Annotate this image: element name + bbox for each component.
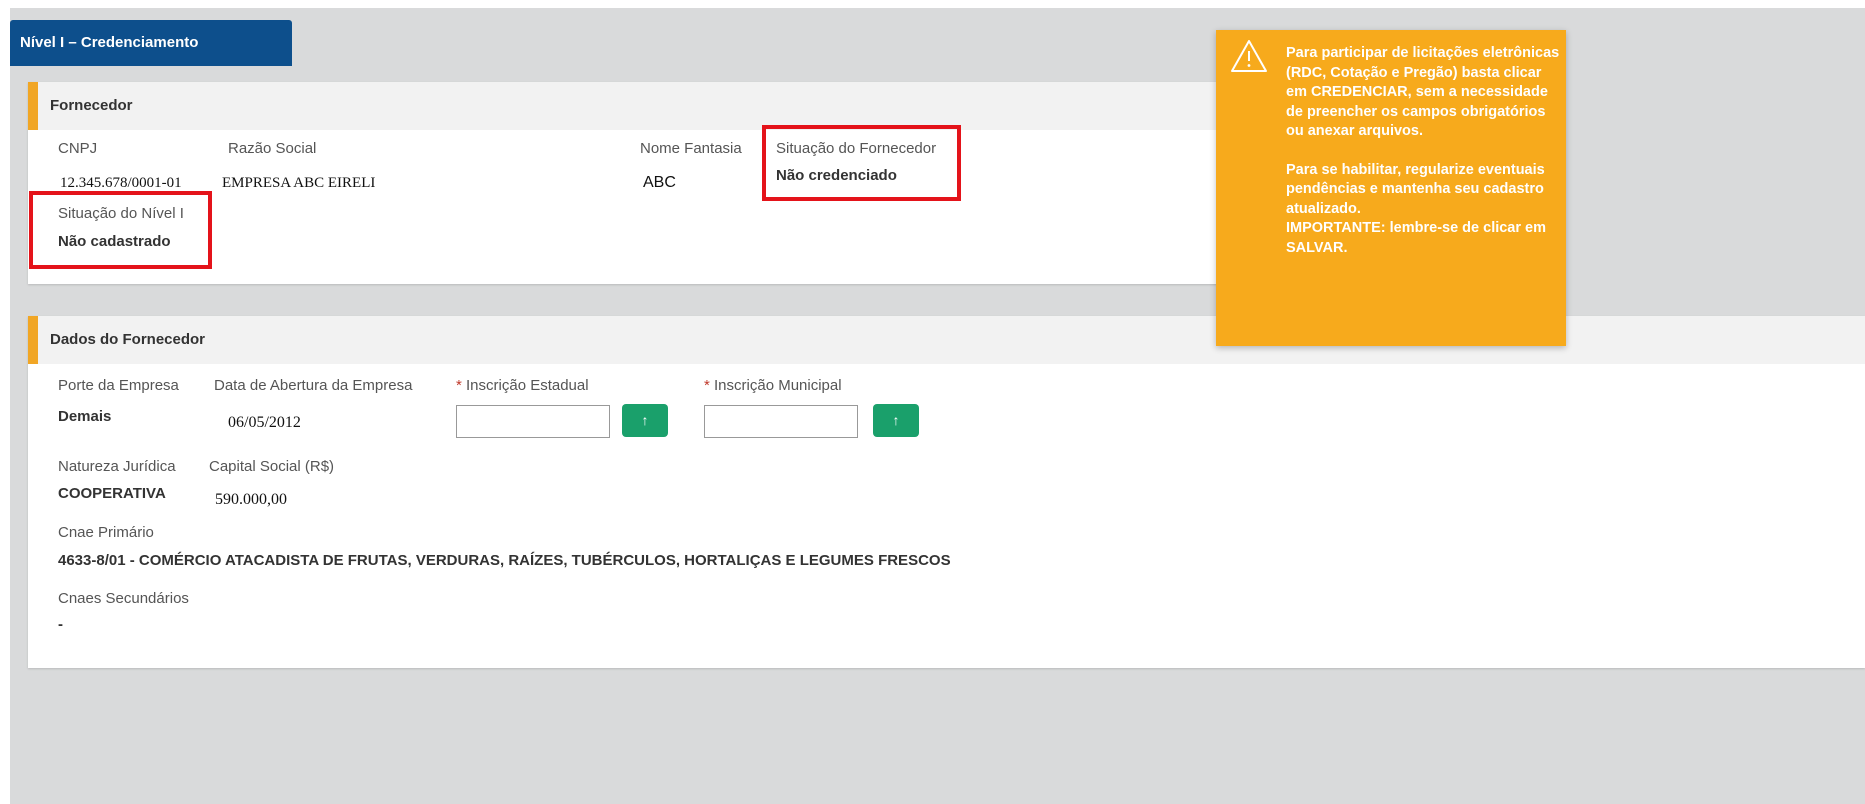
section-title: Dados do Fornecedor bbox=[50, 331, 206, 348]
highlight-situacao-fornecedor bbox=[762, 125, 961, 201]
inscricao-municipal-input[interactable] bbox=[704, 405, 858, 438]
cnpj-label: CNPJ bbox=[58, 140, 98, 157]
info-alert: Para participar de licitações eletrônica… bbox=[1216, 30, 1566, 346]
highlight-situacao-nivel bbox=[29, 191, 212, 269]
porte-value: Demais bbox=[58, 408, 112, 425]
cnpj-value: 12.345.678/0001-01 bbox=[60, 175, 182, 191]
upload-inscricao-estadual-button[interactable]: ↑ bbox=[622, 404, 668, 437]
alert-paragraph-3: IMPORTANTE: lembre-se de clicar em SALVA… bbox=[1286, 220, 1547, 256]
cnaes-secundarios-value: - bbox=[58, 616, 63, 633]
upload-icon: ↑ bbox=[892, 412, 900, 428]
tab-label: Nível I – Credenciamento bbox=[20, 34, 199, 51]
cnae-primario-value: 4633-8/01 - COMÉRCIO ATACADISTA DE FRUTA… bbox=[58, 552, 951, 569]
inscricao-municipal-label: * Inscrição Municipal bbox=[704, 377, 842, 394]
nome-fantasia-label: Nome Fantasia bbox=[640, 140, 742, 157]
alert-paragraph-1: Para participar de licitações eletrônica… bbox=[1286, 45, 1560, 139]
nome-fantasia-value: ABC bbox=[643, 174, 676, 191]
section-title: Fornecedor bbox=[50, 97, 133, 114]
inscricao-estadual-text: Inscrição Estadual bbox=[466, 377, 589, 394]
dados-header: Dados do Fornecedor bbox=[28, 316, 1865, 364]
capital-social-value: 590.000,00 bbox=[215, 491, 287, 508]
required-marker: * bbox=[704, 377, 710, 394]
warning-triangle-icon bbox=[1230, 38, 1268, 79]
tab-nivel-1[interactable]: Nível I – Credenciamento bbox=[10, 20, 292, 66]
cnae-primario-label: Cnae Primário bbox=[58, 524, 154, 541]
alert-paragraph-2: Para se habilitar, regularize eventuais … bbox=[1286, 161, 1545, 217]
section-accent bbox=[28, 316, 38, 364]
porte-label: Porte da Empresa bbox=[58, 377, 179, 394]
section-accent bbox=[28, 82, 38, 130]
alert-text: Para participar de licitações eletrônica… bbox=[1286, 44, 1566, 258]
data-abertura-value: 06/05/2012 bbox=[228, 414, 301, 431]
capital-social-label: Capital Social (R$) bbox=[209, 458, 335, 475]
natureza-juridica-value: COOPERATIVA bbox=[58, 485, 166, 502]
upload-inscricao-municipal-button[interactable]: ↑ bbox=[873, 404, 919, 437]
natureza-juridica-label: Natureza Jurídica bbox=[58, 458, 176, 475]
inscricao-estadual-input[interactable] bbox=[456, 405, 610, 438]
inscricao-municipal-text: Inscrição Municipal bbox=[714, 377, 842, 394]
inscricao-estadual-label: * Inscrição Estadual bbox=[456, 377, 589, 394]
data-abertura-label: Data de Abertura da Empresa bbox=[214, 377, 413, 394]
razao-social-value: EMPRESA ABC EIRELI bbox=[222, 175, 376, 191]
upload-icon: ↑ bbox=[641, 412, 649, 428]
dados-fornecedor-card: Dados do Fornecedor Porte da Empresa Dem… bbox=[28, 316, 1865, 668]
required-marker: * bbox=[456, 377, 462, 394]
cnaes-secundarios-label: Cnaes Secundários bbox=[58, 590, 189, 607]
fornecedor-header: Fornecedor bbox=[28, 82, 1224, 130]
razao-social-label: Razão Social bbox=[228, 140, 317, 157]
